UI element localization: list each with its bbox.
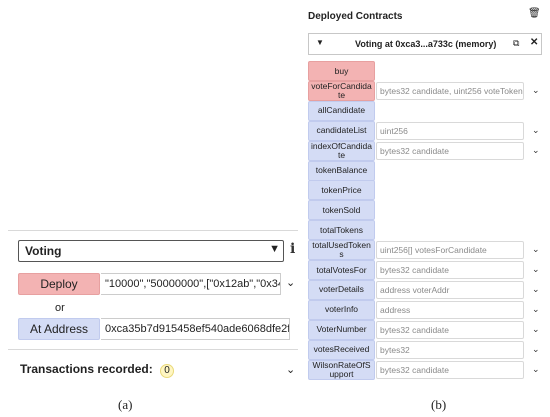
chevron-down-icon[interactable]: ⌄: [532, 284, 540, 295]
copy-icon[interactable]: ⧉: [513, 38, 519, 49]
function-button[interactable]: indexOfCandida te: [308, 140, 375, 161]
chevron-down-icon[interactable]: ⌄: [532, 85, 540, 96]
function-button[interactable]: VoterNumber: [308, 319, 375, 340]
function-input[interactable]: bytes32 candidate: [376, 141, 524, 160]
at-address-input[interactable]: 0xca35b7d915458ef540ade6068dfe2f44: [101, 318, 290, 340]
function-input[interactable]: address: [376, 300, 524, 319]
function-input[interactable]: bytes32: [376, 340, 524, 359]
close-icon[interactable]: ✕: [530, 37, 538, 48]
info-icon[interactable]: i: [290, 241, 295, 257]
function-row: tokenPrice: [308, 180, 548, 201]
function-button[interactable]: allCandidate: [308, 100, 375, 121]
caret-down-icon[interactable]: ▼: [316, 38, 324, 47]
function-row: voterInfo address ⌄: [308, 299, 548, 320]
function-row: voterDetails address voterAddr ⌄: [308, 279, 548, 300]
function-input[interactable]: uint256: [376, 121, 524, 140]
chevron-down-icon[interactable]: ⌄: [532, 324, 540, 335]
function-row: candidateList uint256 ⌄: [308, 120, 548, 141]
trash-icon[interactable]: 🗑: [528, 8, 541, 19]
transactions-count-badge: 0: [160, 364, 175, 378]
function-button[interactable]: candidateList: [308, 120, 375, 141]
function-button[interactable]: totalTokens: [308, 220, 375, 241]
contract-select-row: Voting ▼ i: [18, 240, 298, 262]
function-row: WilsonRateOfS upport bytes32 candidate ⌄: [308, 359, 548, 380]
function-row: tokenSold: [308, 200, 548, 221]
function-button[interactable]: voterInfo: [308, 299, 375, 320]
function-button[interactable]: WilsonRateOfS upport: [308, 359, 375, 380]
contract-select[interactable]: Voting ▼: [18, 240, 284, 262]
function-row: VoterNumber bytes32 candidate ⌄: [308, 319, 548, 340]
function-row: tokenBalance: [308, 160, 548, 181]
function-row: voteForCandida te bytes32 candidate, uint…: [308, 80, 548, 101]
caption-a: (a): [118, 397, 133, 412]
function-input[interactable]: uint256[] votesForCandidate: [376, 241, 524, 260]
transactions-label: Transactions recorded:: [20, 362, 153, 376]
chevron-down-icon[interactable]: ⌄: [532, 264, 540, 275]
function-row: allCandidate: [308, 100, 548, 121]
chevron-down-icon: ▼: [269, 243, 280, 255]
deployed-contracts-panel: Deployed Contracts 🗑 ▼ Voting at 0xca3..…: [302, 0, 550, 395]
function-input[interactable]: address voterAddr: [376, 280, 524, 299]
transactions-recorded[interactable]: Transactions recorded: 0: [20, 362, 175, 378]
function-button[interactable]: tokenPrice: [308, 180, 375, 201]
function-button[interactable]: buy: [308, 61, 375, 81]
chevron-down-icon[interactable]: ⌄: [532, 364, 540, 375]
function-input[interactable]: bytes32 candidate: [376, 360, 524, 379]
deploy-args-input[interactable]: "10000","50000000",["0x12ab","0x34cd": [101, 273, 281, 295]
chevron-down-icon[interactable]: ⌄: [286, 276, 295, 289]
chevron-down-icon[interactable]: ⌄: [286, 363, 295, 376]
contract-select-value: Voting: [25, 244, 62, 258]
function-input[interactable]: bytes32 candidate: [376, 320, 524, 339]
function-row: buy: [308, 61, 548, 81]
function-button[interactable]: voterDetails: [308, 279, 375, 300]
at-address-button[interactable]: At Address: [18, 318, 100, 340]
function-button[interactable]: votesReceived: [308, 339, 375, 360]
function-row: totalVotesFor bytes32 candidate ⌄: [308, 260, 548, 280]
chevron-down-icon[interactable]: ⌄: [532, 125, 540, 136]
function-button[interactable]: totalUsedToken s: [308, 240, 375, 261]
chevron-down-icon[interactable]: ⌄: [532, 344, 540, 355]
chevron-down-icon[interactable]: ⌄: [532, 304, 540, 315]
chevron-down-icon[interactable]: ⌄: [532, 145, 540, 156]
function-row: totalUsedToken s uint256[] votesForCandid…: [308, 240, 548, 261]
contract-instance-header[interactable]: ▼ Voting at 0xca3...a733c (memory) ⧉ ✕: [308, 33, 542, 55]
function-button[interactable]: voteForCandida te: [308, 80, 375, 101]
section-divider: [8, 349, 298, 350]
function-row: indexOfCandida te bytes32 candidate ⌄: [308, 140, 548, 161]
deploy-button[interactable]: Deploy: [18, 273, 100, 295]
or-label: or: [55, 302, 65, 314]
function-input[interactable]: bytes32 candidate: [376, 261, 524, 279]
function-button[interactable]: tokenBalance: [308, 160, 375, 181]
function-input[interactable]: bytes32 candidate, uint256 voteTokens: [376, 81, 524, 100]
function-row: totalTokens: [308, 220, 548, 241]
deployed-contracts-title: Deployed Contracts: [308, 11, 403, 22]
contract-instance-title: Voting at 0xca3...a733c (memory): [355, 39, 497, 49]
function-row: votesReceived bytes32 ⌄: [308, 339, 548, 360]
panel-divider: [8, 230, 298, 231]
function-button[interactable]: totalVotesFor: [308, 260, 375, 280]
caption-b: (b): [431, 397, 447, 412]
deploy-panel: Voting ▼ i Deploy "10000","50000000",["0…: [8, 230, 298, 385]
function-button[interactable]: tokenSold: [308, 200, 375, 221]
chevron-down-icon[interactable]: ⌄: [532, 244, 540, 255]
